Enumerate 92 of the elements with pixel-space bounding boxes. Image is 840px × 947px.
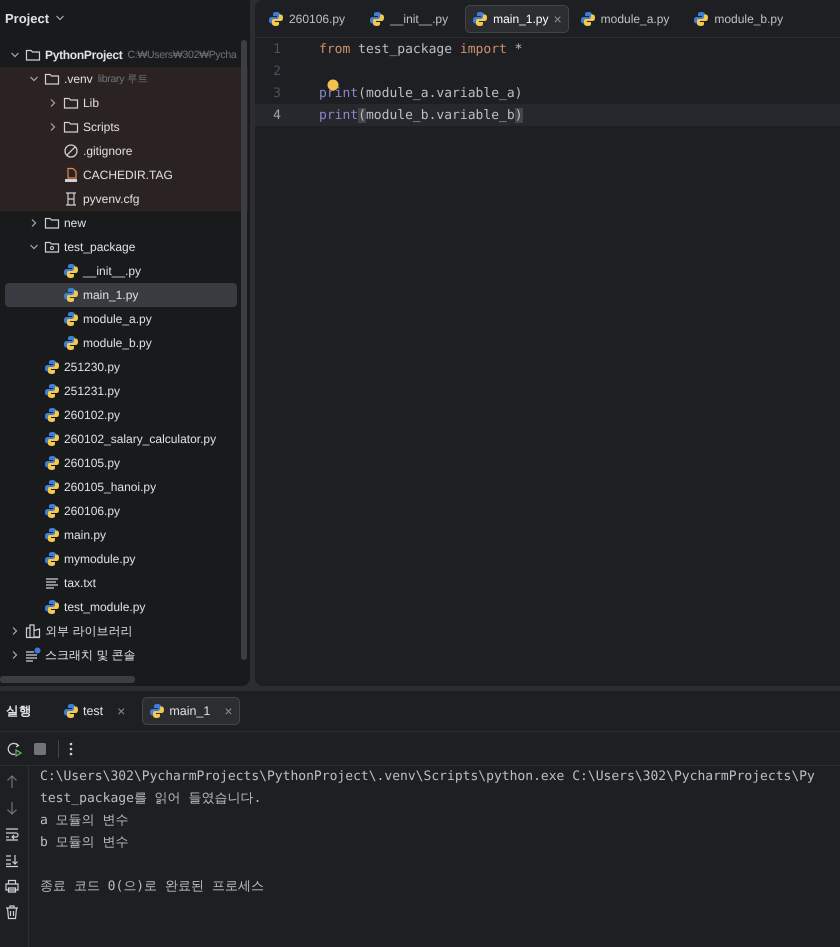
python-file-icon <box>63 335 79 351</box>
python-file-icon <box>63 311 79 327</box>
tree-item[interactable]: 외부 라이브러리 <box>5 619 237 643</box>
console-line: C:\Users\302\PycharmProjects\PythonProject\.venv\Scripts\python.exe C:\Users\302\PycharmProjects\Py <box>40 768 816 786</box>
close-button[interactable]: × <box>224 703 233 719</box>
python-file-icon <box>472 10 488 26</box>
python-file-icon <box>63 703 79 719</box>
down-arrow-icon <box>4 800 20 816</box>
python-file-icon <box>63 263 79 279</box>
scrollbar[interactable] <box>241 40 247 660</box>
code-line: print(module_b.variable_b) <box>319 108 523 122</box>
folder-icon <box>63 95 79 111</box>
editor-tab[interactable]: __init__.py <box>362 4 456 32</box>
scroll-to-end-icon <box>4 852 20 868</box>
console-line: 종료 코드 0(으)로 완료된 프로세스 <box>40 878 265 896</box>
line-number: 4 <box>272 108 281 122</box>
console-line: test_package를 읽어 들였습니다. <box>40 790 262 808</box>
console-line: b 모듈의 변수 <box>40 834 130 852</box>
tree-item[interactable]: Scripts <box>5 115 235 139</box>
python-file-icon <box>44 503 60 519</box>
rerun-icon <box>6 740 22 756</box>
python-file-icon <box>369 10 386 26</box>
tree-item[interactable]: PythonProject C:₩Users₩302₩Pycha <box>5 43 250 67</box>
run-tab[interactable]: main_1 × <box>142 697 240 725</box>
print-icon <box>4 878 20 894</box>
tree-item[interactable]: test_package <box>5 235 237 259</box>
prohibited-icon <box>63 143 79 159</box>
scratch-icon <box>25 647 41 663</box>
folder-icon <box>63 119 79 135</box>
python-file-icon <box>580 10 596 26</box>
console-line: a 모듈의 변수 <box>40 812 130 830</box>
path-hint: C:₩Users₩302₩Pycha <box>127 49 236 61</box>
tree-item[interactable]: .gitignore <box>5 139 235 163</box>
tree-item[interactable]: CACHEDIR.TAG <box>5 163 235 187</box>
python-file-icon <box>44 479 60 495</box>
editor-tab[interactable]: module_b.py <box>686 4 790 32</box>
package-folder-icon <box>44 239 60 255</box>
python-file-icon <box>44 455 60 471</box>
chevron-down-icon <box>55 13 66 23</box>
python-file-icon <box>63 287 79 303</box>
editor-tab[interactable]: 260106.py <box>261 4 352 32</box>
code-line: from test_package import * <box>319 42 523 56</box>
tree-item[interactable]: 260102_salary_calculator.py <box>5 427 237 451</box>
editor-tab[interactable]: main_1.py × <box>465 4 569 32</box>
soft-wrap-icon <box>4 826 20 842</box>
tree-item[interactable]: 260106.py <box>5 499 237 523</box>
python-file-icon <box>693 10 710 26</box>
tree-item[interactable]: .venv library 루트 <box>5 67 248 91</box>
run-tab[interactable]: test × <box>56 697 132 725</box>
tree-item[interactable]: main_1.py <box>5 283 237 307</box>
close-button[interactable]: × <box>117 703 126 719</box>
tree-item[interactable]: module_b.py <box>5 331 237 355</box>
tree-item[interactable]: 251231.py <box>5 379 237 403</box>
close-button[interactable]: × <box>553 10 562 26</box>
python-file-icon <box>44 383 60 399</box>
tree-item[interactable]: test_module.py <box>5 595 237 619</box>
python-file-icon <box>44 527 60 543</box>
tree-item[interactable]: 260105.py <box>5 451 237 475</box>
file-icon <box>63 167 79 183</box>
stop-icon <box>32 740 48 756</box>
code-line: print(module_a.variable_a) <box>319 86 523 100</box>
tree-item[interactable]: __init__.py <box>5 259 237 283</box>
tree-item[interactable]: mymodule.py <box>5 547 237 571</box>
tree-item[interactable]: 251230.py <box>5 355 237 379</box>
spool-icon <box>63 191 79 207</box>
python-file-icon <box>44 431 60 447</box>
tree-item[interactable]: 260105_hanoi.py <box>5 475 237 499</box>
library-icon <box>25 623 41 639</box>
tree-item[interactable]: pyvenv.cfg <box>5 187 235 211</box>
python-file-icon <box>149 703 166 719</box>
tree-item[interactable]: tax.txt <box>5 571 237 595</box>
trash-icon <box>4 904 20 920</box>
tree-item[interactable]: module_a.py <box>5 307 237 331</box>
folder-icon <box>44 71 60 87</box>
tree-item[interactable]: 스크래치 및 콘솔 <box>5 643 237 667</box>
more-icon <box>69 742 73 756</box>
folder-icon <box>44 215 60 231</box>
path-hint: library 루트 <box>98 72 148 86</box>
scrollbar[interactable] <box>0 676 135 683</box>
editor-tab[interactable]: module_a.py <box>572 4 676 32</box>
tree-item[interactable]: new <box>5 211 237 235</box>
python-file-icon <box>268 10 284 26</box>
python-file-icon <box>44 359 60 375</box>
folder-icon <box>25 47 41 63</box>
python-file-icon <box>44 407 60 423</box>
panel-title[interactable]: Project <box>5 10 50 26</box>
python-file-icon <box>44 551 60 567</box>
tree-item[interactable]: Lib <box>5 91 235 115</box>
panel-title: 실행 <box>6 702 32 720</box>
python-file-icon <box>44 599 60 615</box>
tree-item[interactable]: main.py <box>5 523 237 547</box>
tree-item[interactable]: 260102.py <box>5 403 237 427</box>
